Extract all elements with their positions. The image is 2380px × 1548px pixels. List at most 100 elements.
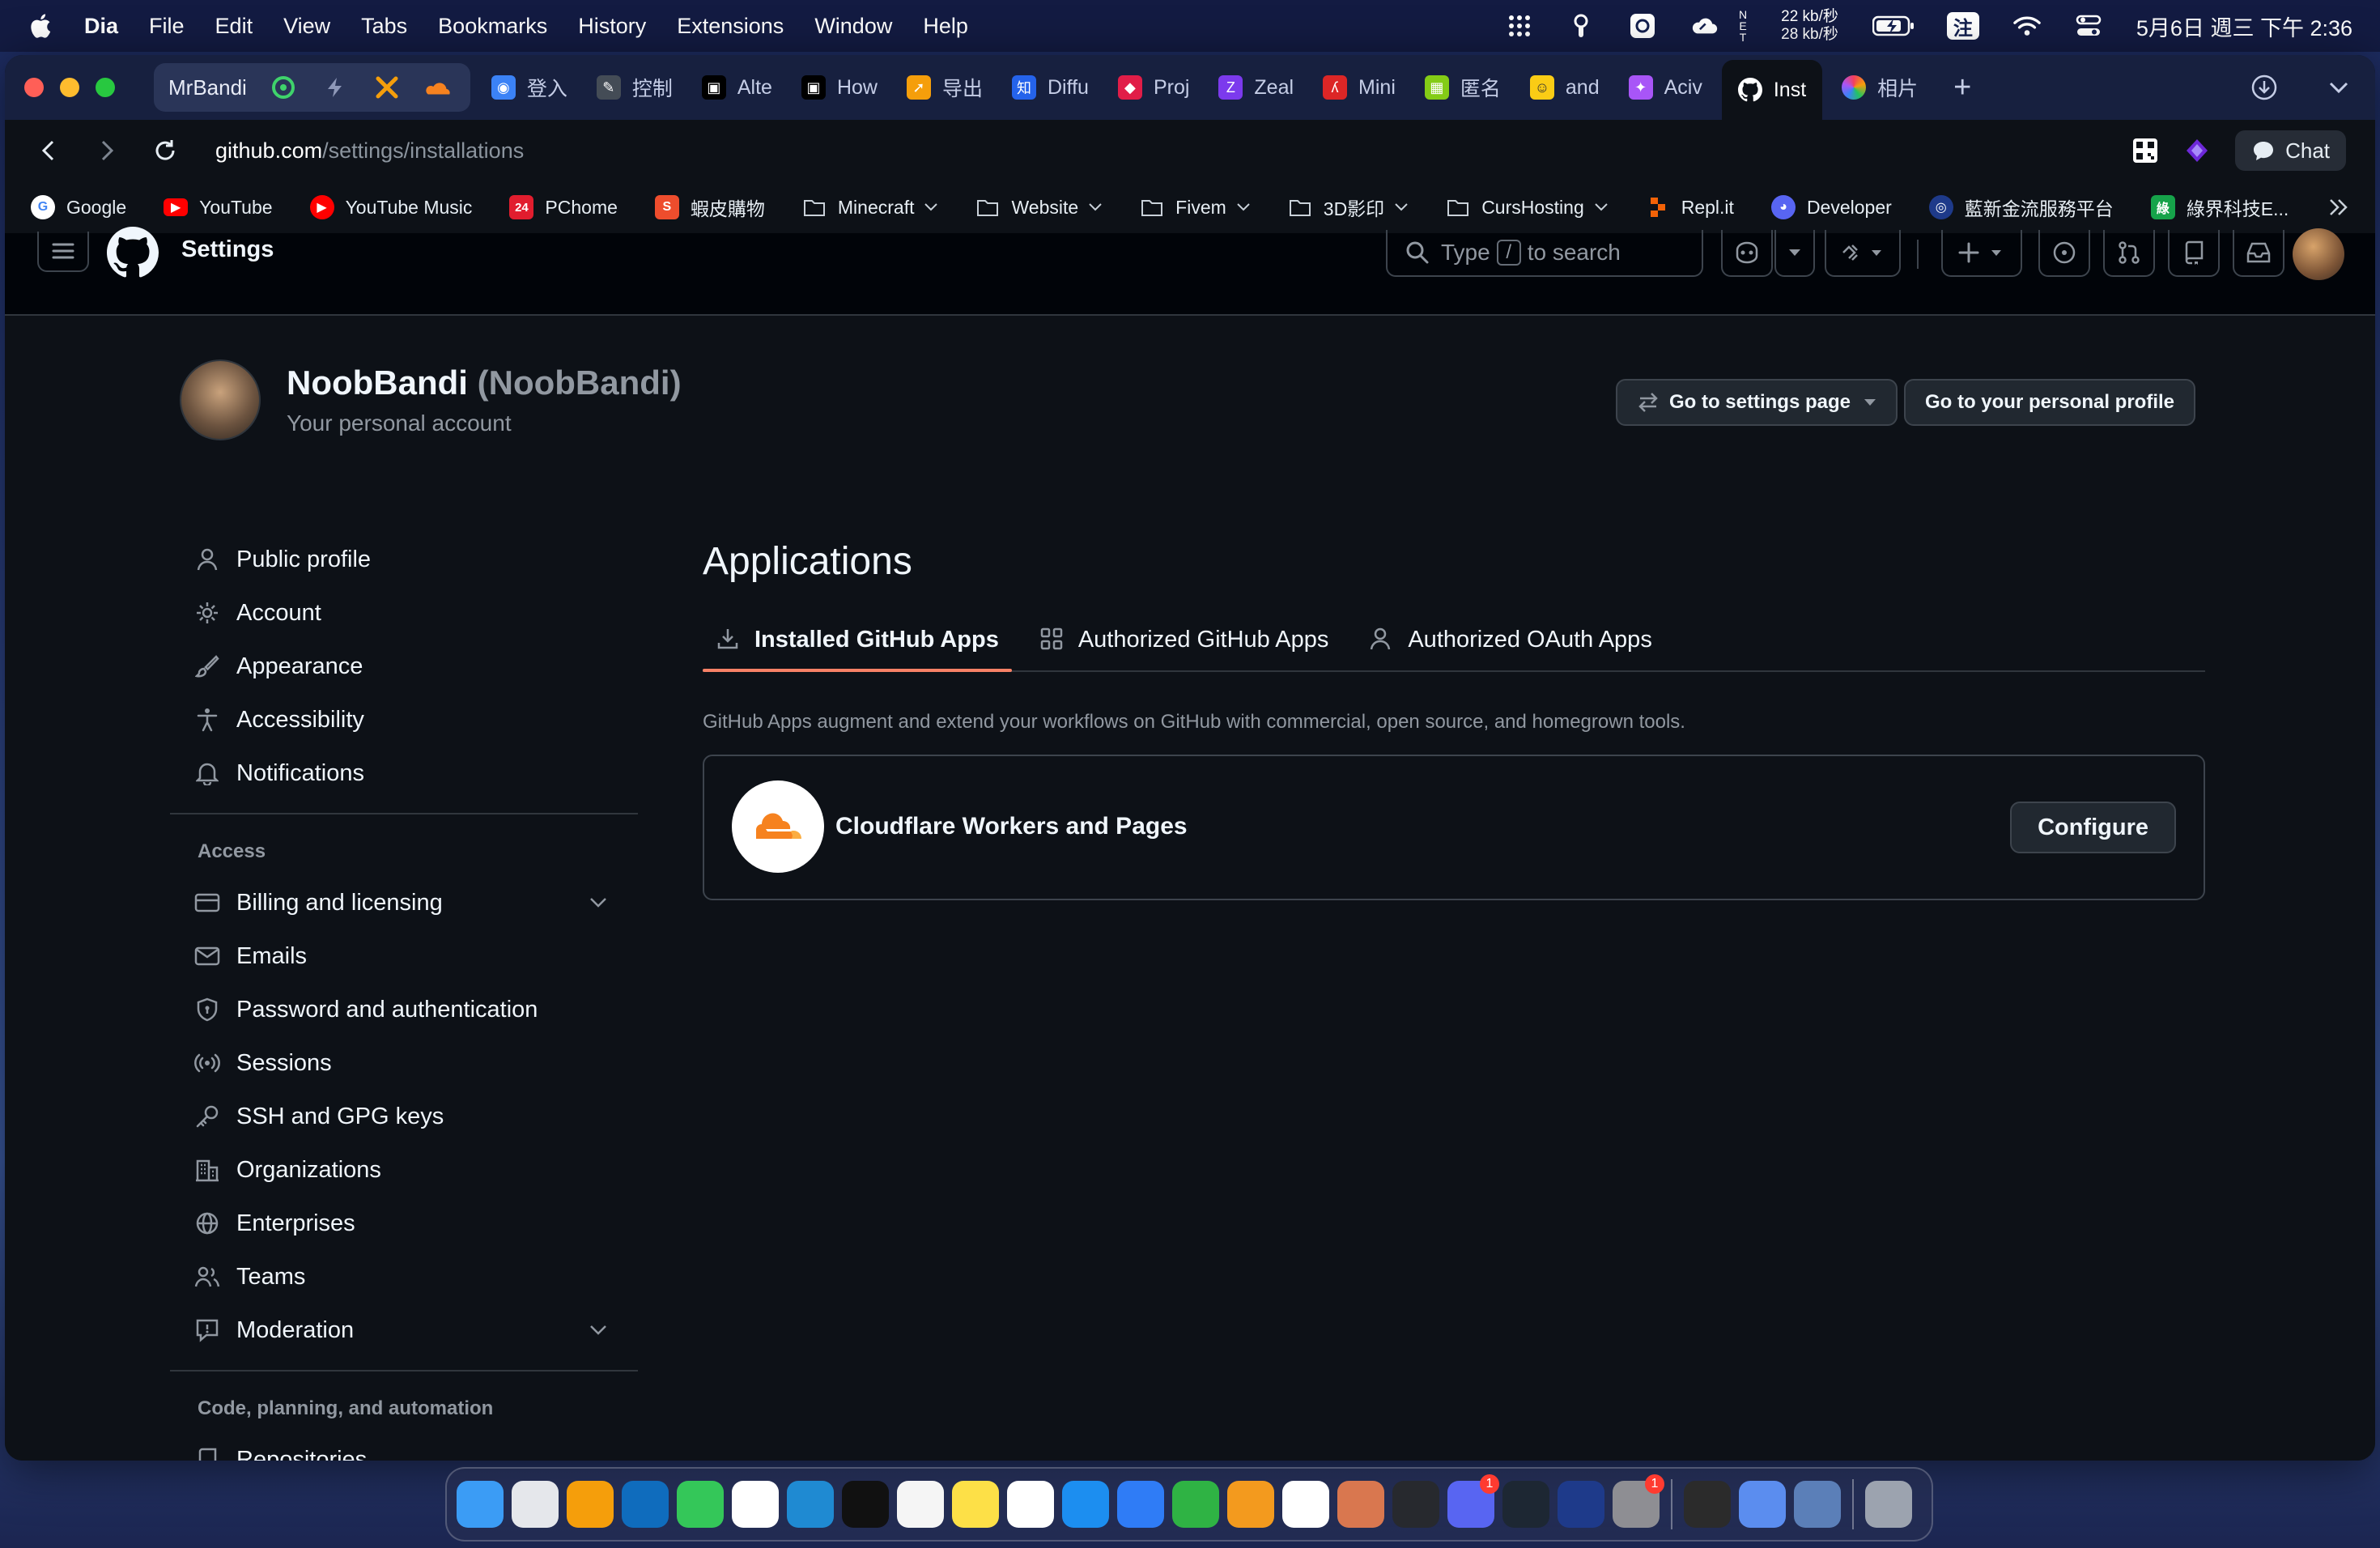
browser-tab[interactable]: ☺ and — [1520, 63, 1609, 112]
browser-tab-active[interactable]: Inst — [1721, 60, 1823, 120]
notes-icon[interactable] — [952, 1481, 999, 1528]
menu-app-name[interactable]: Dia — [84, 14, 118, 39]
go-to-settings-page-button[interactable]: Go to settings page — [1615, 379, 1898, 426]
chevron-down-icon[interactable] — [2327, 75, 2351, 100]
intellij-icon[interactable] — [842, 1481, 889, 1528]
calendar-icon[interactable] — [732, 1481, 779, 1528]
copilot-button[interactable] — [1721, 230, 1773, 277]
downloads-icon[interactable] — [2250, 74, 2278, 101]
tab-group[interactable]: MrBandi — [154, 63, 470, 112]
apps-folder-icon[interactable] — [1684, 1481, 1731, 1528]
sidebar-item-ssh-keys[interactable]: SSH and GPG keys — [194, 1093, 631, 1140]
cloudflare-tab-icon[interactable] — [425, 74, 453, 101]
launchpad-icon[interactable] — [512, 1481, 559, 1528]
global-search-input[interactable]: Type / to search — [1386, 230, 1703, 277]
more-bookmarks-icon[interactable] — [2328, 198, 2349, 217]
trash-icon[interactable] — [1865, 1481, 1912, 1528]
issues-button[interactable] — [2038, 230, 2090, 277]
browser-tab[interactable]: ◉ 登入 — [482, 63, 577, 112]
hamburger-menu-button[interactable] — [37, 232, 89, 272]
bookmark-folder-curshosting[interactable]: CursHosting — [1446, 195, 1609, 219]
tab-installed-github-apps[interactable]: Installed GitHub Apps — [703, 609, 1012, 672]
forward-button[interactable] — [92, 136, 121, 165]
sidebar-item-teams[interactable]: Teams — [194, 1253, 631, 1300]
browser-tab[interactable]: ✦ Aciv — [1619, 63, 1712, 112]
chat-button[interactable]: Chat — [2235, 130, 2346, 171]
github-logo-icon[interactable] — [107, 227, 159, 279]
bookmark-folder-3d[interactable]: 3D影印 — [1288, 194, 1409, 221]
menu-view[interactable]: View — [283, 14, 330, 39]
zoom-window-button[interactable] — [96, 78, 115, 97]
battery-icon[interactable] — [1872, 12, 1915, 40]
sidebar-item-notifications[interactable]: Notifications — [194, 750, 631, 797]
sidebar-item-accessibility[interactable]: Accessibility — [194, 696, 631, 743]
extension-gem-icon[interactable] — [2183, 137, 2211, 164]
cloudflare-warp-icon[interactable] — [1502, 1481, 1549, 1528]
bookmark-replit[interactable]: Repl.it — [1646, 195, 1734, 219]
menu-file[interactable]: File — [149, 14, 185, 39]
reload-button[interactable] — [151, 136, 180, 165]
grid-dots-icon[interactable] — [1506, 12, 1533, 40]
menu-history[interactable]: History — [578, 14, 646, 39]
bookmark-google[interactable]: G Google — [31, 195, 126, 219]
menu-bookmarks[interactable]: Bookmarks — [438, 14, 547, 39]
sidebar-item-emails[interactable]: Emails — [194, 933, 631, 980]
appstore-icon[interactable] — [1117, 1481, 1164, 1528]
inbox-button[interactable] — [2233, 230, 2284, 277]
system-settings-icon[interactable]: 1 — [1613, 1474, 1664, 1528]
browser-tab[interactable]: ▣ How — [792, 63, 887, 112]
outlook-icon[interactable] — [622, 1481, 669, 1528]
url-field[interactable]: github.com/settings/installations — [215, 138, 524, 164]
bookmark-folder-website[interactable]: Website — [975, 195, 1103, 219]
sidebar-item-organizations[interactable]: Organizations — [194, 1146, 631, 1193]
browser-tab[interactable]: ◆ Proj — [1108, 63, 1199, 112]
sidebar-item-password[interactable]: Password and authentication — [194, 986, 631, 1033]
qr-code-icon[interactable] — [2131, 137, 2159, 164]
create-new-button[interactable] — [1941, 230, 2022, 277]
disk-utility-icon[interactable] — [1794, 1481, 1841, 1528]
maps-icon[interactable] — [677, 1481, 724, 1528]
back-button[interactable] — [34, 136, 63, 165]
notion-icon[interactable] — [1282, 1481, 1329, 1528]
close-window-button[interactable] — [24, 78, 44, 97]
sidebar-item-moderation[interactable]: Moderation — [194, 1307, 631, 1354]
sidebar-item-appearance[interactable]: Appearance — [194, 643, 631, 690]
chevron-down-icon[interactable] — [589, 1325, 607, 1336]
sidebar-item-sessions[interactable]: Sessions — [194, 1040, 631, 1087]
bolt-icon[interactable] — [321, 74, 349, 101]
discord-icon[interactable]: 1 — [1447, 1474, 1499, 1528]
browser-tab[interactable]: ▣ Alte — [692, 63, 782, 112]
bookmark-folder-fivem[interactable]: Fivem — [1140, 195, 1251, 219]
sidebar-item-billing[interactable]: Billing and licensing — [194, 879, 631, 926]
browser-tab[interactable]: 相片 — [1832, 63, 1927, 112]
bookmark-youtube-music[interactable]: ▶ YouTube Music — [309, 195, 472, 219]
browser-tab[interactable]: ✎ 控制 — [587, 63, 682, 112]
keynote-icon[interactable] — [1062, 1481, 1109, 1528]
avatar[interactable] — [180, 359, 261, 440]
control-center-icon[interactable] — [2075, 12, 2102, 40]
browser-tab[interactable]: ▦ 匿名 — [1415, 63, 1511, 112]
user-avatar-menu[interactable] — [2293, 228, 2344, 280]
numbers-icon[interactable] — [1172, 1481, 1219, 1528]
browser-tab[interactable]: 知 Diffu — [1002, 63, 1099, 112]
menu-window[interactable]: Window — [814, 14, 892, 39]
bookmark-ecpay[interactable]: 綠綠界科技E... — [2150, 194, 2289, 221]
tab-authorized-oauth-apps[interactable]: Authorized OAuth Apps — [1356, 609, 1664, 670]
configure-button[interactable]: Configure — [2010, 802, 2176, 853]
browser-tab[interactable]: Z Zeal — [1209, 63, 1303, 112]
menubar-clock[interactable]: 5月6日 週三 下午 2:36 — [2136, 11, 2352, 42]
sidebar-item-enterprises[interactable]: Enterprises — [194, 1200, 631, 1247]
preview-icon[interactable] — [1739, 1481, 1786, 1528]
sidebar-item-repositories[interactable]: Repositories — [194, 1436, 631, 1461]
bookmark-pchome[interactable]: 24 PChome — [509, 195, 618, 219]
cloud-sync-icon[interactable] — [1690, 12, 1718, 40]
bookmark-newebpay[interactable]: ◎ 藍新金流服務平台 — [1928, 194, 2114, 221]
screen-capture-icon[interactable] — [1629, 12, 1656, 40]
freeform-icon[interactable] — [1007, 1481, 1054, 1528]
bookmark-developer[interactable]: ◕ Developer — [1770, 195, 1892, 219]
sidebar-item-account[interactable]: Account — [194, 589, 631, 636]
bookmark-youtube[interactable]: ▶ YouTube — [164, 197, 273, 219]
finder-icon[interactable] — [457, 1481, 504, 1528]
browser-tab[interactable]: ʎ Mini — [1313, 63, 1405, 112]
telegram-icon[interactable] — [1392, 1481, 1439, 1528]
